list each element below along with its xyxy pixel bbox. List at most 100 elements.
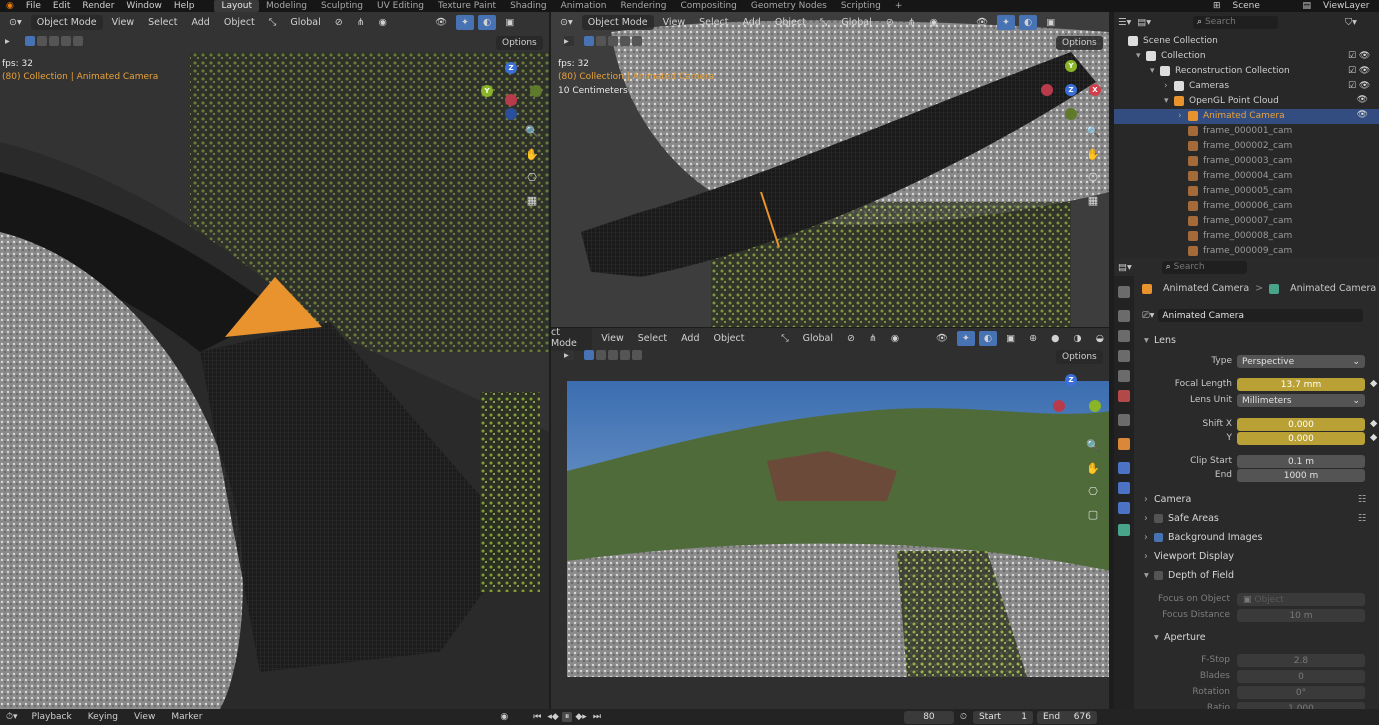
mode-selector[interactable]: ct Mode bbox=[551, 328, 593, 351]
shading-material-icon[interactable]: ◑ bbox=[1068, 331, 1086, 346]
ortho-lock-icon[interactable]: ▢ bbox=[1085, 507, 1101, 523]
record-icon[interactable]: ◉ bbox=[500, 712, 508, 722]
proportional-icon[interactable]: ◉ bbox=[925, 15, 943, 30]
outliner-item-opengl-point-cloud[interactable]: ▾ OpenGL Point Cloud bbox=[1164, 94, 1279, 109]
workspace-tab-scripting[interactable]: Scripting bbox=[834, 0, 888, 12]
transform-orientation-icon[interactable]: ⤡ bbox=[776, 331, 794, 346]
safe-areas-section-header[interactable]: › Safe Areas bbox=[1144, 513, 1219, 524]
workspace-tab-layout[interactable]: Layout bbox=[214, 0, 260, 12]
tool-icon[interactable]: ▸ bbox=[564, 36, 574, 47]
object-menu[interactable]: Object bbox=[709, 331, 750, 346]
workspace-tab-compositing[interactable]: Compositing bbox=[673, 0, 743, 12]
camera-data-icon[interactable]: ⎚▾ bbox=[1142, 310, 1154, 321]
output-tab-icon[interactable] bbox=[1118, 330, 1130, 342]
workspace-tab-rendering[interactable]: Rendering bbox=[614, 0, 674, 12]
presets-icon[interactable]: ☷ bbox=[1358, 494, 1367, 505]
add-menu[interactable]: Add bbox=[186, 15, 214, 30]
checkbox-icon[interactable]: ☑ 👁 bbox=[1348, 49, 1370, 64]
gizmo-z-icon[interactable]: Z bbox=[1065, 374, 1077, 386]
blades-field[interactable]: 0 bbox=[1237, 670, 1365, 683]
object-menu[interactable]: Object bbox=[770, 15, 811, 30]
editor-type-icon[interactable]: ⊙▾ bbox=[555, 15, 578, 30]
lens-unit-dropdown[interactable]: Millimeters ⌄ bbox=[1237, 394, 1365, 407]
zoom-icon[interactable]: 🔍 bbox=[1085, 124, 1101, 140]
current-frame-field[interactable]: 80 bbox=[903, 710, 954, 724]
overlay-toggle-icon[interactable]: ◐ bbox=[978, 330, 998, 346]
gizmo-neg-y-icon[interactable] bbox=[1065, 108, 1077, 120]
camera-view-icon[interactable]: ⎔ bbox=[524, 170, 540, 186]
rotation-field[interactable]: 0° bbox=[1237, 686, 1365, 699]
tool-tab-icon[interactable] bbox=[1118, 286, 1130, 298]
tool-icon[interactable]: ▸ bbox=[564, 350, 574, 361]
scene-tab-icon[interactable] bbox=[1118, 370, 1130, 382]
pan-hand-icon[interactable]: ✋ bbox=[524, 147, 540, 163]
outliner-editor-icon[interactable]: ☰▾ bbox=[1118, 17, 1131, 28]
visibility-icon[interactable]: 👁 bbox=[971, 15, 993, 30]
select-invert-icon[interactable] bbox=[61, 36, 71, 46]
select-new-icon[interactable] bbox=[25, 36, 35, 46]
workspace-tab-animation[interactable]: Animation bbox=[554, 0, 614, 12]
select-extend-icon[interactable] bbox=[37, 36, 47, 46]
zoom-icon[interactable]: 🔍 bbox=[524, 124, 540, 140]
overlay-toggle-icon[interactable]: ◐ bbox=[477, 14, 497, 30]
select-intersect-icon[interactable] bbox=[632, 36, 642, 46]
menu-window[interactable]: Window bbox=[120, 0, 168, 12]
overlay-toggle-icon[interactable]: ◐ bbox=[1018, 14, 1038, 30]
safe-areas-checkbox[interactable] bbox=[1154, 514, 1163, 523]
select-menu[interactable]: Select bbox=[694, 15, 733, 30]
mode-selector[interactable]: Object Mode bbox=[581, 14, 654, 30]
outliner-item-animated-camera[interactable]: › Animated Camera bbox=[1114, 109, 1379, 124]
select-invert-icon[interactable] bbox=[620, 350, 630, 360]
prev-keyframe-icon[interactable]: ◂◆ bbox=[544, 712, 561, 722]
outliner-item-frame-2[interactable]: frame_000002_cam bbox=[1188, 139, 1292, 154]
outliner-item-frame-9[interactable]: frame_000009_cam bbox=[1188, 244, 1292, 259]
gizmo-z-icon[interactable]: Z bbox=[1065, 84, 1077, 96]
xray-icon[interactable]: ▣ bbox=[500, 15, 519, 30]
pivot-icon[interactable]: ⊘ bbox=[881, 15, 899, 30]
options-button[interactable]: Options bbox=[496, 36, 543, 50]
outliner-search-input[interactable]: ⌕ Search bbox=[1193, 15, 1279, 29]
keying-menu[interactable]: Keying bbox=[80, 712, 126, 722]
presets-icon[interactable]: ☷ bbox=[1358, 513, 1367, 524]
world-tab-icon[interactable] bbox=[1118, 390, 1130, 402]
orientation-selector[interactable]: Global bbox=[285, 15, 325, 30]
editor-type-icon[interactable]: ⊙▾ bbox=[4, 15, 27, 30]
shift-y-field[interactable]: 0.000 bbox=[1237, 432, 1365, 445]
properties-editor-icon[interactable]: ▤▾ bbox=[1118, 262, 1132, 273]
xray-icon[interactable]: ▣ bbox=[1001, 331, 1020, 346]
camera-data-name-field[interactable]: Animated Camera bbox=[1158, 309, 1364, 322]
select-new-icon[interactable] bbox=[584, 350, 594, 360]
depth-of-field-section-header[interactable]: ▾ Depth of Field bbox=[1144, 570, 1234, 581]
workspace-tab-uv-editing[interactable]: UV Editing bbox=[370, 0, 431, 12]
marker-menu[interactable]: Marker bbox=[163, 712, 210, 722]
orientation-selector[interactable]: Global bbox=[836, 15, 876, 30]
shading-wire-icon[interactable]: ⊕ bbox=[1024, 331, 1042, 346]
menu-render[interactable]: Render bbox=[76, 0, 120, 12]
outliner-item-cameras[interactable]: › Cameras bbox=[1164, 79, 1229, 94]
transform-orientation-icon[interactable]: ⤡ bbox=[815, 15, 833, 30]
gizmo-neg-x-icon[interactable] bbox=[1053, 400, 1065, 412]
select-subtract-icon[interactable] bbox=[608, 350, 618, 360]
snap-icon[interactable]: ⋔ bbox=[864, 331, 882, 346]
add-workspace-button[interactable]: + bbox=[888, 0, 910, 12]
pause-icon[interactable]: ⏸ bbox=[561, 712, 573, 722]
camera-data-tab-icon[interactable] bbox=[1118, 524, 1130, 536]
blender-logo-icon[interactable]: ◉ bbox=[0, 0, 20, 12]
options-button[interactable]: Options bbox=[1056, 350, 1103, 364]
aperture-section-header[interactable]: ▾ Aperture bbox=[1154, 632, 1206, 643]
next-keyframe-icon[interactable]: ◆▸ bbox=[572, 712, 589, 722]
tool-icon[interactable]: ▸ bbox=[5, 36, 15, 47]
viewport-left[interactable]: ⊙▾ Object Mode View Select Add Object ⤡ … bbox=[0, 12, 549, 709]
collection-tab-icon[interactable] bbox=[1118, 414, 1130, 426]
select-extend-icon[interactable] bbox=[596, 36, 606, 46]
checkbox-icon[interactable]: ☑ 👁 bbox=[1348, 64, 1370, 79]
add-menu[interactable]: Add bbox=[737, 15, 765, 30]
keyframe-icon[interactable]: ◆ bbox=[1370, 378, 1377, 389]
preview-range-icon[interactable]: ⏲ bbox=[954, 712, 973, 722]
menu-help[interactable]: Help bbox=[168, 0, 201, 12]
gizmo-toggle-icon[interactable]: ✦ bbox=[956, 330, 975, 346]
workspace-tab-geometry-nodes[interactable]: Geometry Nodes bbox=[744, 0, 834, 12]
filter-icon[interactable]: ⛉▾ bbox=[1345, 17, 1357, 28]
playback-menu[interactable]: Playback bbox=[24, 712, 80, 722]
snap-icon[interactable]: ⋔ bbox=[352, 15, 370, 30]
